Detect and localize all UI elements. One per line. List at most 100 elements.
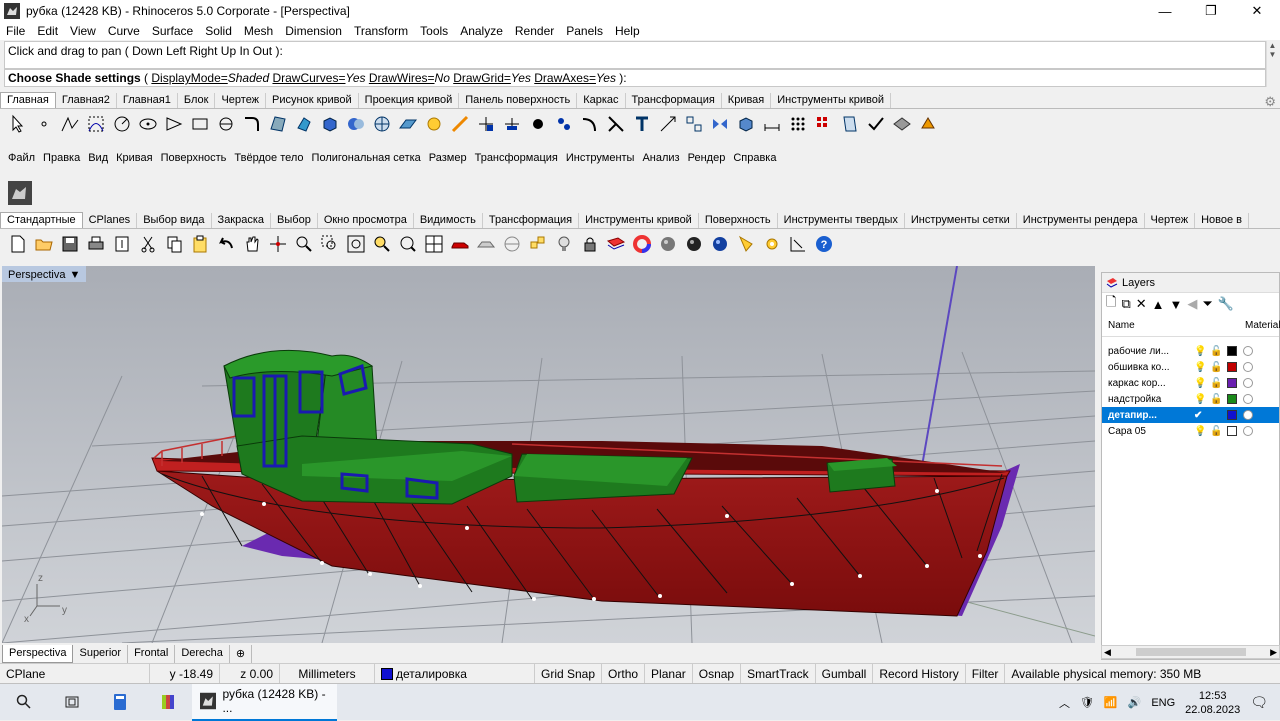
menu-render[interactable]: Render [509, 24, 560, 38]
layer-name[interactable]: обшивка ко... [1102, 362, 1184, 373]
named-views-icon[interactable] [500, 232, 524, 256]
tab-novoe[interactable]: Новое в [1195, 213, 1250, 228]
block-icon[interactable] [734, 112, 758, 136]
tab-blok[interactable]: Блок [178, 93, 216, 108]
ru-menu-solid[interactable]: Твёрдое тело [230, 152, 307, 164]
option-drawgrid[interactable]: DrawGrid= [453, 71, 511, 85]
menu-edit[interactable]: Edit [31, 24, 64, 38]
layer-color-swatch[interactable] [1227, 426, 1237, 436]
lock-icon[interactable] [578, 232, 602, 256]
ru-menu-surface[interactable]: Поверхность [157, 152, 231, 164]
ru-menu-mesh[interactable]: Полигональная сетка [308, 152, 425, 164]
gear-icon[interactable]: ⚙ [1264, 94, 1276, 110]
menu-panels[interactable]: Panels [560, 24, 609, 38]
menu-file[interactable]: File [0, 24, 31, 38]
filter-icon[interactable]: ⏷ [1202, 296, 1212, 312]
tab-instrumenty-tverdykh[interactable]: Инструменты твердых [778, 213, 905, 228]
ru-menu-render[interactable]: Рендер [684, 152, 730, 164]
option-drawaxes[interactable]: DrawAxes= [534, 71, 596, 85]
status-osnap[interactable]: Osnap [693, 663, 742, 684]
scale-icon[interactable] [552, 112, 576, 136]
menu-help[interactable]: Help [609, 24, 646, 38]
extrude-icon[interactable] [292, 112, 316, 136]
lightbulb-icon[interactable]: 💡 [1194, 426, 1206, 437]
rhino-logo-icon[interactable] [8, 181, 32, 205]
tab-poverkhnost[interactable]: Поверхность [699, 213, 778, 228]
menu-analyze[interactable]: Analyze [454, 24, 509, 38]
current-layer-check-icon[interactable]: ✔ [1194, 410, 1202, 421]
ru-menu-view[interactable]: Вид [84, 152, 112, 164]
clock[interactable]: 12:53 22.08.2023 [1185, 689, 1240, 717]
layer-row[interactable]: обшивка ко... 💡 🔓 [1102, 359, 1279, 375]
layer-material-icon[interactable] [1243, 394, 1253, 404]
tab-transformatsiya-2[interactable]: Трансформация [483, 213, 580, 228]
winrar-icon[interactable] [144, 684, 192, 721]
point-icon[interactable] [32, 112, 56, 136]
print-icon[interactable] [84, 232, 108, 256]
color-wheel-icon[interactable] [630, 232, 654, 256]
render-icon[interactable] [890, 112, 914, 136]
edit-options-icon[interactable] [786, 232, 810, 256]
gumball-icon[interactable] [448, 112, 472, 136]
layer-color-swatch[interactable] [1227, 394, 1237, 404]
viewtab-derecha[interactable]: Derecha [175, 645, 230, 663]
help-icon[interactable]: ? [812, 232, 836, 256]
add-viewport-button[interactable]: ⊕ [230, 645, 253, 663]
search-icon[interactable] [0, 684, 48, 721]
status-units[interactable]: Millimeters [280, 663, 375, 684]
new-sublayer-icon[interactable]: ⧉ [1121, 296, 1130, 312]
ellipse-icon[interactable] [136, 112, 160, 136]
tab-glavnaya1[interactable]: Главная1 [117, 93, 178, 108]
menu-transform[interactable]: Transform [348, 24, 414, 38]
tab-instrumenty-krivoy[interactable]: Инструменты кривой [771, 93, 891, 108]
status-planar[interactable]: Planar [645, 663, 693, 684]
new-file-icon[interactable] [6, 232, 30, 256]
layer-name[interactable]: надстройка [1102, 394, 1184, 405]
car-icon[interactable] [448, 232, 472, 256]
camera-icon[interactable] [474, 232, 498, 256]
layer-row[interactable]: каркас кор... 💡 🔓 [1102, 375, 1279, 391]
delete-layer-icon[interactable]: ✕ [1136, 296, 1147, 312]
viewport-title[interactable]: Perspectiva ▼ [2, 266, 87, 282]
tab-proektsiya-krivoy[interactable]: Проекция кривой [359, 93, 460, 108]
calculator-icon[interactable] [96, 684, 144, 721]
unlock-icon[interactable]: 🔓 [1210, 394, 1222, 405]
ru-menu-tools[interactable]: Инструменты [562, 152, 639, 164]
group-icon[interactable] [682, 112, 706, 136]
layer-name[interactable]: детапир... [1102, 410, 1184, 421]
close-button[interactable]: ✕ [1234, 0, 1280, 22]
copy-icon[interactable] [162, 232, 186, 256]
zoom-selected-icon[interactable] [370, 232, 394, 256]
tab-instrumenty-setki[interactable]: Инструменты сетки [905, 213, 1017, 228]
fillet-icon[interactable] [240, 112, 264, 136]
surface-network-icon[interactable] [266, 112, 290, 136]
tab-transformatsiya[interactable]: Трансформация [626, 93, 722, 108]
ru-menu-curve[interactable]: Кривая [112, 152, 156, 164]
undo-icon[interactable] [214, 232, 238, 256]
status-smarttrack[interactable]: SmartTrack [741, 663, 816, 684]
security-icon[interactable]: 🛡 [1080, 696, 1094, 709]
layer-color-swatch[interactable] [1227, 378, 1237, 388]
column-material[interactable]: Material [1245, 320, 1280, 331]
arc-icon[interactable] [214, 112, 238, 136]
dimension-icon[interactable] [760, 112, 784, 136]
tab-risunok-krivoy[interactable]: Рисунок кривой [266, 93, 359, 108]
material-sphere-icon[interactable] [708, 232, 732, 256]
ru-menu-file[interactable]: Файл [4, 152, 39, 164]
column-name[interactable]: Name [1108, 320, 1135, 331]
check-icon[interactable] [864, 112, 888, 136]
curve-cv-icon[interactable] [84, 112, 108, 136]
layer-name[interactable]: Сара 05 [1102, 426, 1184, 437]
tab-glavnaya[interactable]: Главная [0, 92, 56, 108]
paste-icon[interactable] [188, 232, 212, 256]
maximize-button[interactable]: ❐ [1188, 0, 1234, 22]
tab-vybor[interactable]: Выбор [271, 213, 318, 228]
rotate-view-icon[interactable] [266, 232, 290, 256]
tab-chertezh[interactable]: Чертеж [215, 93, 267, 108]
perspective-viewport[interactable]: z y x [2, 266, 1095, 643]
unlock-icon[interactable]: 🔓 [1210, 426, 1222, 437]
render-sphere-icon[interactable] [682, 232, 706, 256]
layer-row[interactable]: детапир... ✔ [1102, 407, 1279, 423]
layer-material-icon[interactable] [1243, 346, 1253, 356]
split-icon[interactable] [500, 112, 524, 136]
